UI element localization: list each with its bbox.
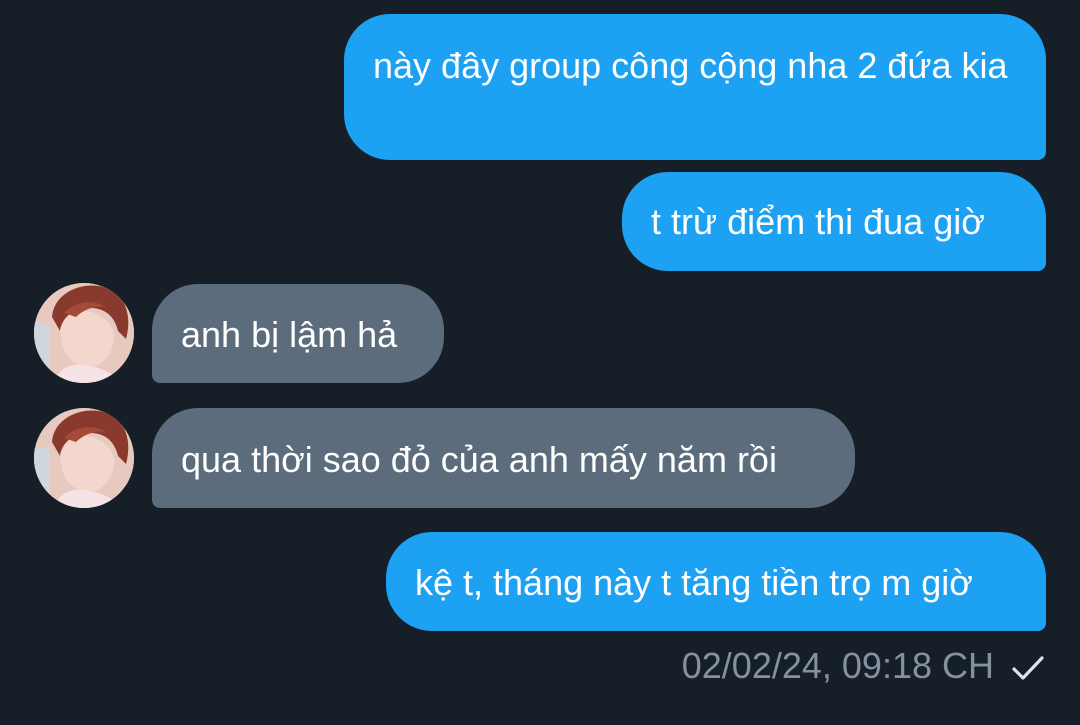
sender-avatar[interactable] [34, 283, 134, 383]
message-text: kệ t, tháng này t tăng tiền trọ m giờ [415, 562, 973, 603]
message-text: qua thời sao đỏ của anh mấy năm rồi [181, 439, 777, 480]
message-bubble-outgoing[interactable]: t trừ điểm thi đua giờ [622, 172, 1046, 271]
message-bubble-outgoing[interactable]: này đây group công cộng nha 2 đứa kia [344, 14, 1046, 160]
message-bubble-incoming[interactable]: qua thời sao đỏ của anh mấy năm rồi [152, 408, 855, 508]
avatar-photo [34, 408, 134, 508]
message-bubble-outgoing[interactable]: kệ t, tháng này t tăng tiền trọ m giờ [386, 532, 1046, 631]
check-icon [1010, 648, 1046, 684]
sender-avatar[interactable] [34, 408, 134, 508]
chat-thread: này đây group công cộng nha 2 đứa kia t … [0, 0, 1080, 725]
message-text: này đây group công cộng nha 2 đứa kia [373, 45, 1008, 86]
avatar-photo [34, 283, 134, 383]
message-text: t trừ điểm thi đua giờ [651, 201, 985, 242]
message-text: anh bị lậm hả [181, 314, 398, 355]
message-meta: 02/02/24, 09:18 CH [682, 640, 1046, 692]
message-bubble-incoming[interactable]: anh bị lậm hả [152, 284, 444, 383]
message-timestamp: 02/02/24, 09:18 CH [681, 645, 994, 686]
